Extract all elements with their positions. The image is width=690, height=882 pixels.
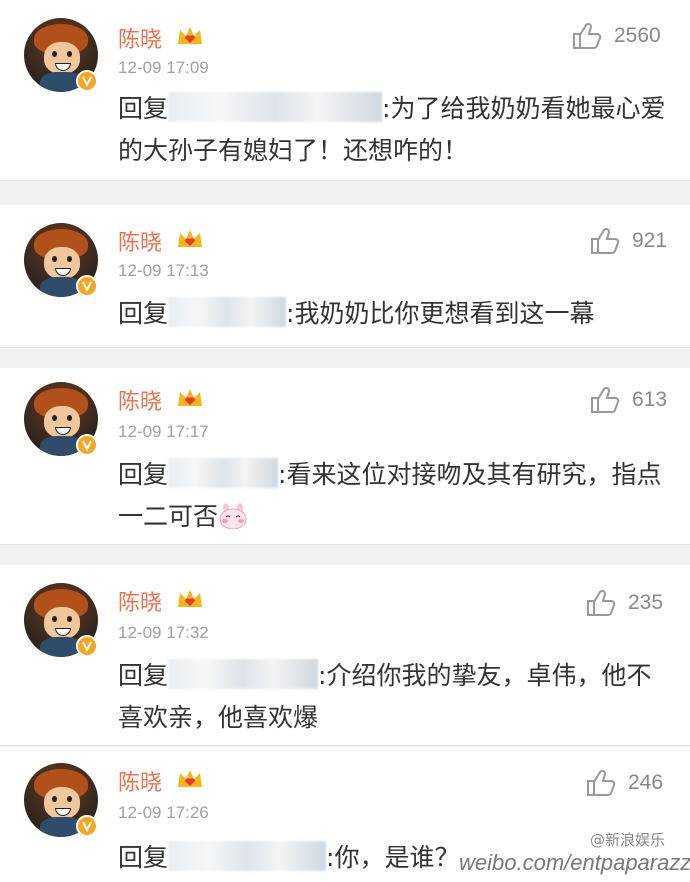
comment-time: 12-09 17:26 bbox=[118, 803, 209, 822]
blurred-username bbox=[168, 458, 279, 488]
like-count: 246 bbox=[628, 771, 664, 794]
username[interactable]: 陈晓 bbox=[118, 585, 162, 617]
comment-card: 陈晓 12-09 17:09 2560 回复:为了给我奶奶看她最心爱的大孙子有媳… bbox=[0, 0, 690, 181]
username[interactable]: 陈晓 bbox=[118, 765, 162, 797]
reply-body: :你，是谁？ bbox=[326, 843, 460, 872]
comment-card: 陈晓 12-09 17:13 921 回复 :我奶奶比你更想看到这一幕 bbox=[0, 205, 690, 348]
verified-badge-icon bbox=[76, 70, 98, 92]
reply-prefix: 回复 bbox=[118, 94, 169, 123]
reply-text: 回复:介绍你我的挚友，卓伟，他不喜欢亲，他喜欢爆 bbox=[118, 655, 673, 739]
thumbs-up-icon bbox=[587, 769, 616, 796]
comment-card: 陈晓 12-09 17:17 613 回复:看来这位对接吻及其有研究，指点一二可… bbox=[0, 368, 690, 545]
blurred-username bbox=[168, 297, 287, 327]
verified-badge-icon bbox=[76, 635, 98, 657]
reply-prefix: 回复 bbox=[118, 661, 169, 690]
reply-prefix: 回复 bbox=[118, 843, 169, 872]
username[interactable]: 陈晓 bbox=[118, 22, 162, 54]
like-count: 235 bbox=[628, 591, 664, 614]
member-crown-icon bbox=[178, 27, 202, 44]
reply-text: 回复 :我奶奶比你更想看到这一幕 bbox=[118, 293, 673, 335]
member-crown-icon bbox=[178, 770, 202, 787]
watermark-logo: @新浪娱乐 bbox=[590, 831, 666, 849]
verified-badge-icon bbox=[76, 275, 98, 297]
thumbs-up-icon bbox=[587, 589, 616, 616]
member-crown-icon bbox=[178, 230, 202, 247]
comment-time: 12-09 17:17 bbox=[118, 422, 209, 441]
blurred-username bbox=[168, 841, 327, 871]
verified-badge-icon bbox=[76, 434, 98, 456]
username[interactable]: 陈晓 bbox=[118, 225, 162, 257]
member-crown-icon bbox=[178, 590, 202, 607]
reply-prefix: 回复 bbox=[118, 299, 169, 328]
comment-time: 12-09 17:09 bbox=[118, 58, 209, 77]
like-count: 613 bbox=[632, 388, 668, 411]
reply-prefix: 回复 bbox=[118, 460, 169, 489]
thumbs-up-icon bbox=[573, 22, 602, 49]
member-crown-icon bbox=[178, 389, 202, 406]
shy-face-emoji-icon bbox=[218, 500, 248, 530]
verified-badge-icon bbox=[76, 815, 98, 837]
username[interactable]: 陈晓 bbox=[118, 384, 162, 416]
reply-text: 回复:看来这位对接吻及其有研究，指点一二可否 bbox=[118, 454, 673, 538]
like-count: 921 bbox=[632, 229, 668, 252]
blurred-username bbox=[168, 659, 319, 689]
watermark-url: weibo.com/entpaparazzi bbox=[459, 850, 690, 875]
like-count: 2560 bbox=[614, 24, 661, 47]
thumbs-up-icon bbox=[591, 227, 620, 254]
comment-card: 陈晓 12-09 17:32 235 回复:介绍你我的挚友，卓伟，他不喜欢亲，他… bbox=[0, 565, 690, 746]
reply-text: 回复:为了给我奶奶看她最心爱的大孙子有媳妇了！还想咋的！ bbox=[118, 88, 673, 172]
thumbs-up-icon bbox=[591, 386, 620, 413]
reply-body: :我奶奶比你更想看到这一幕 bbox=[286, 299, 595, 328]
blurred-username bbox=[168, 92, 383, 122]
comment-time: 12-09 17:32 bbox=[118, 623, 209, 642]
comment-time: 12-09 17:13 bbox=[118, 261, 209, 280]
